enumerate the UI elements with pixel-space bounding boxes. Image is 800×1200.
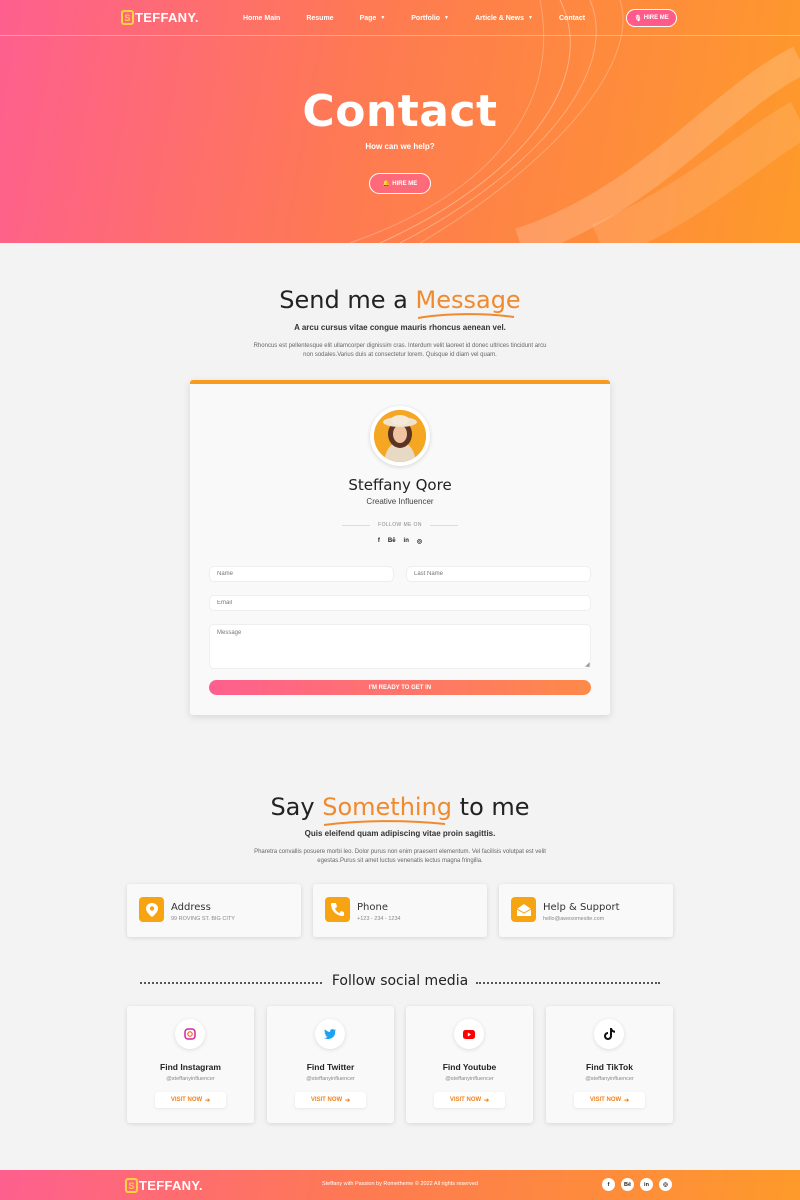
arrow-right-icon: ➔ [624, 1097, 630, 1104]
say-section-lead: Quis eleifend quam adipiscing vitae proi… [304, 829, 496, 838]
location-pin-icon [139, 897, 164, 922]
envelope-icon [511, 897, 536, 922]
name-field[interactable] [209, 566, 394, 582]
profile-name: Steffany Qore [348, 476, 452, 494]
visit-now-button[interactable]: VISIT NOW ➔ [434, 1092, 505, 1108]
hire-me-nav-button[interactable]: 🎙 HIRE ME [626, 9, 677, 27]
hire-me-hero-button[interactable]: 🔔 HIRE ME [369, 173, 431, 194]
message-section-title: Send me a Message [0, 286, 800, 319]
social-card-name: Find TikTok [586, 1062, 633, 1072]
social-card-handle: @steffanyinfluencer [166, 1076, 215, 1082]
twitter-icon [315, 1019, 345, 1049]
say-section-paragraph: Pharetra convallis posuere morbi leo. Do… [254, 849, 546, 864]
instagram-icon[interactable]: ◎ [659, 1178, 672, 1191]
avatar [370, 406, 430, 466]
logo-text: TEFFANY. [135, 10, 199, 25]
underline-swoosh [324, 820, 446, 826]
social-card-handle: @steffanyinfluencer [585, 1076, 634, 1082]
last-name-field[interactable] [406, 566, 591, 582]
message-section-lead: A arcu cursus vitae congue mauris rhoncu… [294, 323, 506, 332]
phone-icon [325, 897, 350, 922]
title-highlight: Message [416, 286, 521, 319]
arrow-right-icon: ➔ [345, 1097, 351, 1104]
site-logo[interactable]: S TEFFANY. [121, 10, 199, 25]
contact-card-title: Address [171, 902, 211, 913]
underline-swoosh [417, 313, 514, 319]
visit-now-button[interactable]: VISIT NOW ➔ [574, 1092, 645, 1108]
nav-item-article-news[interactable]: Article & News ▼ [475, 15, 533, 22]
instagram-icon[interactable]: ◎ [417, 538, 422, 545]
message-section-paragraph: Rhoncus est pellentesque elit ullamcorpe… [253, 343, 547, 358]
tiktok-icon [594, 1019, 624, 1049]
profile-role: Creative Influencer [366, 497, 434, 506]
contact-card-title: Phone [357, 902, 388, 913]
youtube-icon [454, 1019, 484, 1049]
arrow-right-icon: ➔ [205, 1097, 211, 1104]
contact-card-support: Help & Support hello@awesomesite.com [499, 884, 673, 937]
linkedin-icon[interactable]: in [404, 538, 409, 545]
say-section-title: Say Something to me [0, 793, 800, 826]
contact-card-value: hello@awesomesite.com [543, 916, 605, 922]
facebook-icon[interactable]: f [378, 538, 380, 545]
nav-item-home-main[interactable]: Home Main [243, 15, 280, 22]
visit-now-button[interactable]: VISIT NOW ➔ [295, 1092, 366, 1108]
bell-icon: 🔔 [382, 181, 391, 187]
contact-card-value: +123 - 234 - 1234 [357, 916, 401, 922]
page-subtitle: How can we help? [365, 142, 435, 151]
social-card-instagram: Find Instagram @steffanyinfluencer VISIT… [127, 1006, 254, 1123]
chevron-down-icon: ▼ [380, 15, 386, 21]
contact-form-card: Steffany Qore Creative Influencer FOLLOW… [190, 380, 610, 715]
instagram-icon [175, 1019, 205, 1049]
linkedin-icon[interactable]: in [640, 1178, 653, 1191]
visit-now-button[interactable]: VISIT NOW ➔ [155, 1092, 226, 1108]
profile-photo [374, 410, 426, 462]
hero-banner: S TEFFANY. Home Main Resume Page ▼ Portfo… [0, 0, 800, 243]
social-card-name: Find Youtube [442, 1062, 497, 1072]
email-field[interactable] [209, 595, 591, 611]
social-card-name: Find Instagram [160, 1062, 221, 1072]
social-card-handle: @steffanyinfluencer [306, 1076, 355, 1082]
follow-social-heading: Follow social media [140, 973, 660, 993]
contact-card-value: 99 ROVING ST. BIG CITY [171, 916, 235, 922]
nav-item-portfolio[interactable]: Portfolio ▼ [411, 15, 449, 22]
facebook-icon[interactable]: f [602, 1178, 615, 1191]
submit-button[interactable]: I'M READY TO GET IN [209, 680, 591, 695]
chevron-down-icon: ▼ [444, 15, 449, 21]
resize-handle-icon[interactable]: ◢ [585, 661, 590, 668]
footer: S TEFFANY. Steffany with Passion by Rome… [0, 1170, 800, 1200]
nav-item-page[interactable]: Page ▼ [360, 15, 386, 22]
follow-label: FOLLOW ME ON [342, 522, 458, 528]
social-card-name: Find Twitter [306, 1062, 355, 1072]
profile-socials: f Bē in ◎ [190, 538, 610, 545]
nav-item-contact[interactable]: Contact [559, 15, 585, 22]
main-menu: Home Main Resume Page ▼ Portfolio ▼ Articl… [243, 0, 611, 36]
behance-icon[interactable]: Bē [621, 1178, 634, 1191]
top-navbar: S TEFFANY. Home Main Resume Page ▼ Portfo… [0, 0, 800, 36]
contact-card-phone: Phone +123 - 234 - 1234 [313, 884, 487, 937]
message-field[interactable] [209, 624, 591, 669]
logo-mark: S [121, 10, 134, 25]
chevron-down-icon: ▼ [528, 15, 533, 21]
contact-card-title: Help & Support [543, 902, 620, 913]
copyright-text: Steffany with Passion by Rometheme © 202… [322, 1181, 478, 1187]
social-card-handle: @steffanyinfluencer [445, 1076, 494, 1082]
social-card-tiktok: Find TikTok @steffanyinfluencer VISIT NO… [546, 1006, 673, 1123]
contact-card-address: Address 99 ROVING ST. BIG CITY [127, 884, 301, 937]
behance-icon[interactable]: Bē [388, 538, 396, 545]
page-title: Contact [302, 86, 498, 137]
social-card-youtube: Find Youtube @steffanyinfluencer VISIT N… [406, 1006, 533, 1123]
social-card-twitter: Find Twitter @steffanyinfluencer VISIT N… [267, 1006, 394, 1123]
arrow-right-icon: ➔ [484, 1097, 490, 1104]
title-highlight: Something [322, 793, 452, 826]
nav-item-resume[interactable]: Resume [306, 15, 333, 22]
microphone-icon: 🎙 [634, 15, 642, 22]
